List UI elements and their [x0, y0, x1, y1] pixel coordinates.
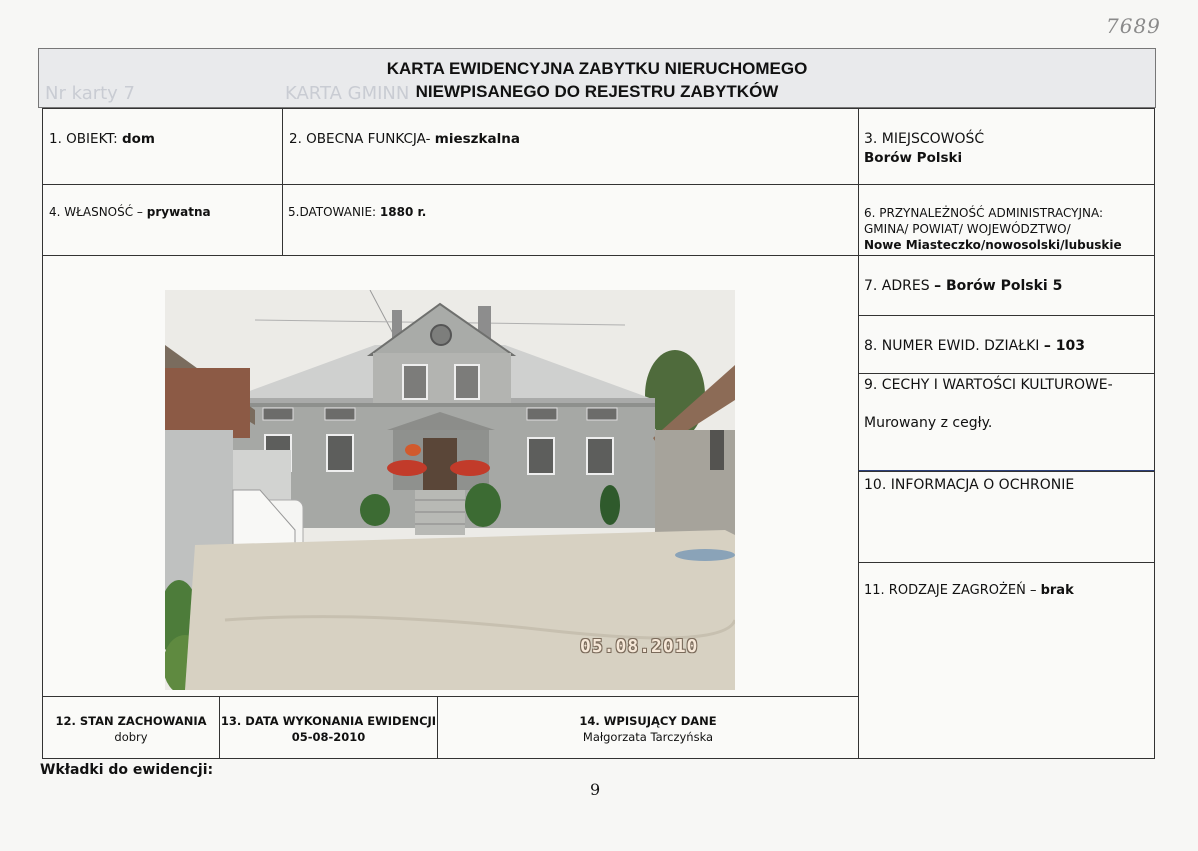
field-data-ewidencji: 13. DATA WYKONANIA EWIDENCJI 05-08-2010	[219, 696, 438, 759]
datowanie-label: 5.DATOWANIE:	[288, 205, 377, 219]
dzialka-value: – 103	[1043, 338, 1085, 354]
adres-value: – Borów Polski 5	[934, 278, 1063, 294]
building-photo: 05.08.2010	[165, 290, 735, 690]
header-title-line2: NIEWPISANEGO DO REJESTRU ZABYTKÓW	[415, 82, 779, 101]
ochrona-label: 10. INFORMACJA O OCHRONIE	[864, 477, 1075, 493]
miejscowosc-value: Borów Polski	[864, 150, 963, 166]
field-wpisujacy: 14. WPISUJĄCY DANE Małgorzata Tarczyńska	[437, 696, 859, 759]
house-illustration	[165, 290, 735, 690]
photo-date-stamp: 05.08.2010	[580, 636, 699, 657]
datowanie-value: 1880 r.	[379, 205, 427, 219]
miejscowosc-label: 3. MIEJSCOWOŚĆ	[864, 131, 985, 147]
adres-label: 7. ADRES	[864, 278, 930, 294]
data-label: 13. DATA WYKONANIA EWIDENCJI	[220, 714, 437, 728]
funkcja-label: 2. OBECNA FUNKCJA-	[289, 131, 431, 147]
zagrozenia-value: brak	[1040, 583, 1074, 598]
field-zagrozenia: 11. RODZAJE ZAGROŻEŃ – brak	[858, 562, 1155, 759]
wpisujacy-value: Małgorzata Tarczyńska	[582, 730, 714, 744]
przynaleznosc-sub: GMINA/ POWIAT/ WOJEWÓDZTWO/	[864, 222, 1071, 236]
field-wlasnosc: 4. WŁASNOŚĆ – prywatna	[42, 184, 283, 256]
stan-value: dobry	[114, 730, 148, 744]
data-value: 05-08-2010	[291, 730, 366, 744]
dzialka-label: 8. NUMER EWID. DZIAŁKI	[864, 338, 1040, 354]
obiekt-value: dom	[121, 131, 155, 147]
zagrozenia-label: 11. RODZAJE ZAGROŻEŃ –	[864, 583, 1037, 598]
cechy-label: 9. CECHY I WARTOŚCI KULTUROWE-	[864, 377, 1113, 393]
field-miejscowosc: 3. MIEJSCOWOŚĆ Borów Polski	[858, 108, 1155, 185]
field-obiekt: 1. OBIEKT: dom	[42, 108, 283, 185]
field-dzialka: 8. NUMER EWID. DZIAŁKI – 103	[858, 315, 1155, 374]
field-funkcja: 2. OBECNA FUNKCJA- mieszkalna	[282, 108, 859, 185]
field-przynaleznosc: 6. PRZYNALEŻNOŚĆ ADMINISTRACYJNA: GMINA/…	[858, 184, 1155, 256]
card-header: Nr karty 7 KARTA GMINN KARTA EWIDENCYJNA…	[38, 48, 1156, 108]
stan-label: 12. STAN ZACHOWANIA	[55, 714, 207, 728]
header-title-line1: KARTA EWIDENCYJNA ZABYTKU NIERUCHOMEGO	[386, 59, 808, 78]
field-cechy: 9. CECHY I WARTOŚCI KULTUROWE- Murowany …	[858, 373, 1155, 472]
funkcja-value: mieszkalna	[434, 131, 520, 147]
page-number: 9	[590, 780, 601, 799]
przynaleznosc-label: 6. PRZYNALEŻNOŚĆ ADMINISTRACYJNA:	[864, 206, 1104, 220]
przynaleznosc-value: Nowe Miasteczko/nowosolski/lubuskie	[864, 238, 1122, 252]
obiekt-label: 1. OBIEKT:	[49, 131, 118, 147]
handwritten-number: 7689	[1106, 14, 1161, 38]
wlasnosc-value: prywatna	[146, 205, 211, 219]
field-datowanie: 5.DATOWANIE: 1880 r.	[282, 184, 859, 256]
field-stan: 12. STAN ZACHOWANIA dobry	[42, 696, 220, 759]
field-ochrona: 10. INFORMACJA O OCHRONIE	[858, 471, 1155, 563]
wkladki-label: Wkładki do ewidencji:	[40, 762, 214, 778]
cechy-value: Murowany z cegły.	[864, 415, 993, 431]
field-adres: 7. ADRES – Borów Polski 5	[858, 255, 1155, 316]
wpisujacy-label: 14. WPISUJĄCY DANE	[579, 714, 717, 728]
wlasnosc-label: 4. WŁASNOŚĆ –	[49, 205, 143, 219]
